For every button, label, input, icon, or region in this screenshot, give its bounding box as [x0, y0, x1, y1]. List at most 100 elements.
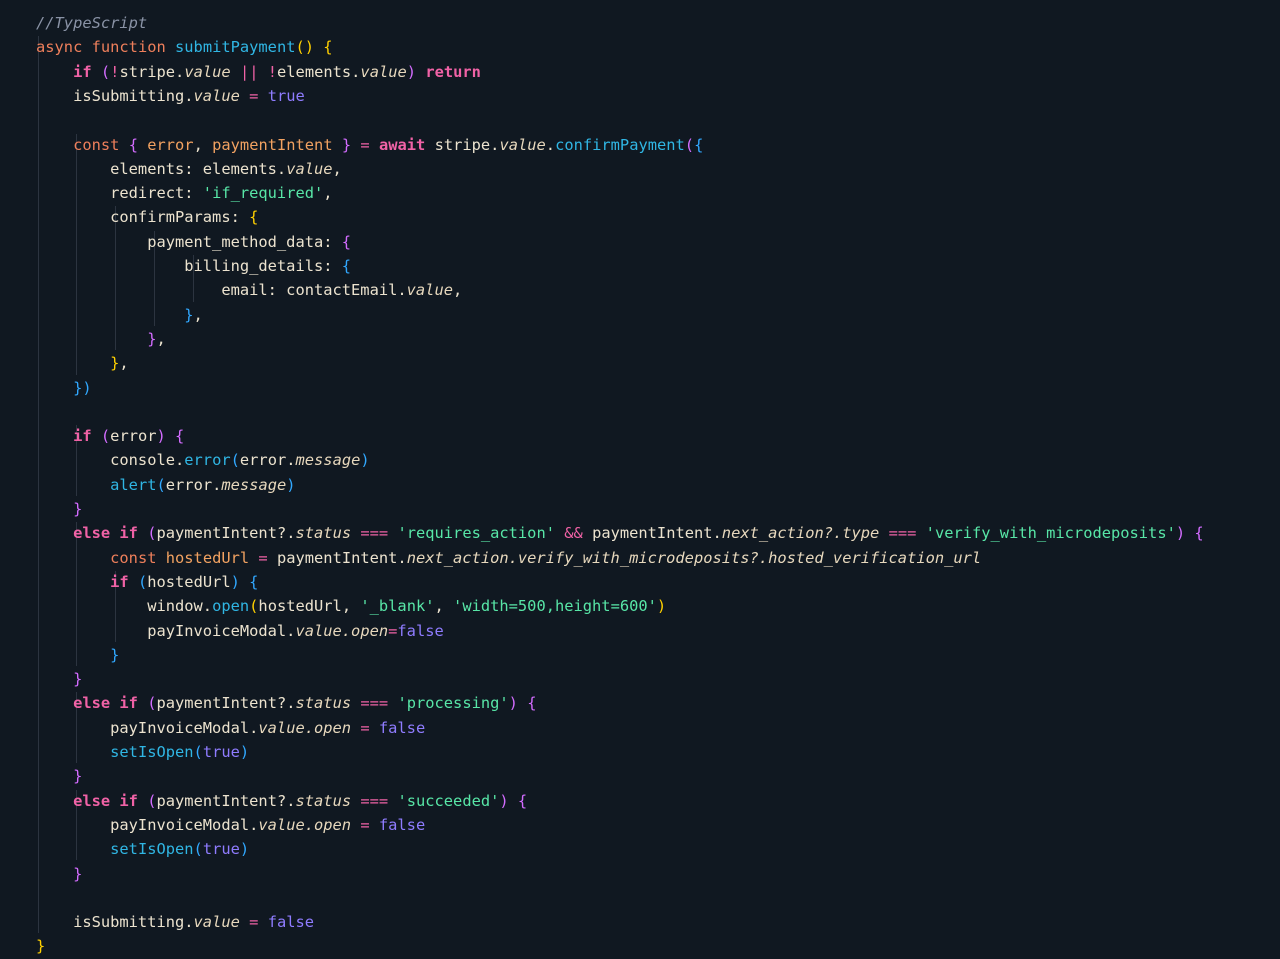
code-token: '_blank' — [360, 597, 435, 616]
code-token: if — [73, 62, 101, 81]
code-token: , — [452, 281, 463, 300]
code-token: false — [378, 718, 426, 737]
code-line: } — [36, 497, 82, 521]
code-token: ( — [147, 791, 157, 810]
code-token: . — [545, 135, 556, 154]
code-line: billing_details: { — [36, 254, 351, 278]
code-token: ( — [100, 427, 111, 446]
code-token: 'if_required' — [202, 184, 324, 203]
code-token: = — [351, 135, 379, 154]
code-token: ( — [147, 694, 157, 713]
code-line: redirect: 'if_required', — [36, 181, 333, 205]
code-token: , — [332, 159, 342, 178]
code-token: await — [378, 135, 435, 154]
code-line: if (!stripe.value || !elements.value) re… — [36, 60, 481, 84]
code-token: value — [184, 62, 231, 81]
code-token: value.open — [258, 718, 352, 737]
code-token: true — [202, 840, 240, 859]
code-token: , — [119, 354, 129, 373]
code-line: } — [36, 643, 119, 667]
code-token: if — [110, 572, 138, 591]
code-line: } — [36, 862, 82, 886]
code-token: } — [73, 500, 83, 518]
code-line: window.open(hostedUrl, '_blank', 'width=… — [36, 594, 666, 618]
code-token: const — [73, 135, 129, 154]
code-token: ) { — [499, 791, 528, 810]
code-token: = — [351, 718, 379, 737]
code-token: else if — [73, 791, 148, 810]
code-token: === — [351, 524, 398, 543]
code-editor[interactable]: //TypeScript async function submitPayment… — [0, 0, 1280, 959]
code-token: && — [554, 524, 593, 543]
code-token: 'requires_action' — [397, 524, 555, 543]
code-token: = — [239, 86, 268, 105]
code-token: stripe. — [119, 62, 185, 81]
code-token: } — [332, 135, 352, 154]
code-token: isSubmitting. — [36, 86, 194, 105]
code-line: }, — [36, 327, 166, 351]
code-token: paymentIntent. — [276, 548, 407, 567]
code-token: true — [202, 743, 240, 761]
code-token: 'verify_with_microdeposits' — [925, 524, 1176, 543]
code-token: payInvoiceModal. — [36, 815, 259, 834]
code-token: error — [147, 135, 194, 154]
code-token: if — [73, 427, 101, 446]
code-token: , — [193, 305, 203, 324]
code-token: payInvoiceModal. — [36, 621, 296, 640]
code-token: ( — [684, 135, 695, 154]
code-token: }) — [73, 378, 92, 397]
code-line: else if (paymentIntent?.status === 'proc… — [36, 691, 536, 715]
code-token: value.open — [295, 621, 389, 640]
code-line: isSubmitting.value = true — [36, 84, 305, 108]
code-token: next_action?.type — [721, 524, 880, 543]
code-token: , — [323, 184, 333, 203]
code-token: true — [267, 86, 305, 105]
code-token: { — [128, 135, 148, 154]
code-token: false — [378, 815, 426, 834]
code-line: const hostedUrl = paymentIntent.next_act… — [36, 546, 981, 570]
code-token: value — [499, 135, 546, 154]
code-token: isSubmitting. — [36, 913, 194, 932]
code-line: else if (paymentIntent?.status === 'succ… — [36, 789, 527, 813]
code-token: else if — [73, 694, 148, 713]
code-token: else if — [73, 524, 148, 543]
code-token: ) — [286, 475, 296, 494]
code-token: error. — [239, 451, 296, 470]
code-token: hostedUrl — [165, 548, 250, 567]
code-line: payInvoiceModal.value.open = false — [36, 716, 425, 740]
code-token: elements. — [277, 62, 361, 81]
code-line: } — [36, 764, 82, 788]
code-token: paymentIntent. — [592, 524, 722, 543]
code-token: confirmParams: — [36, 208, 250, 227]
code-token: status — [295, 791, 352, 810]
code-line: } — [36, 667, 82, 691]
code-token: paymentIntent?. — [156, 524, 296, 543]
code-token: message — [221, 475, 287, 494]
code-token: } — [36, 937, 46, 956]
code-line: console.error(error.message) — [36, 448, 370, 472]
code-token: elements: elements. — [36, 159, 287, 178]
code-line: payInvoiceModal.value.open = false — [36, 813, 425, 837]
code-token: === — [879, 524, 926, 543]
code-line: }, — [36, 351, 129, 375]
code-token: ( — [193, 743, 203, 761]
code-token: open — [212, 597, 250, 616]
code-token: = — [351, 815, 379, 834]
code-token: status — [295, 524, 352, 543]
code-token: { — [341, 232, 352, 251]
code-token: , — [193, 135, 213, 154]
code-token: ) { — [508, 694, 537, 713]
code-line: isSubmitting.value = false — [36, 910, 314, 934]
code-token: === — [351, 791, 398, 810]
code-token: paymentIntent?. — [156, 694, 296, 713]
code-token: ( — [230, 451, 240, 470]
